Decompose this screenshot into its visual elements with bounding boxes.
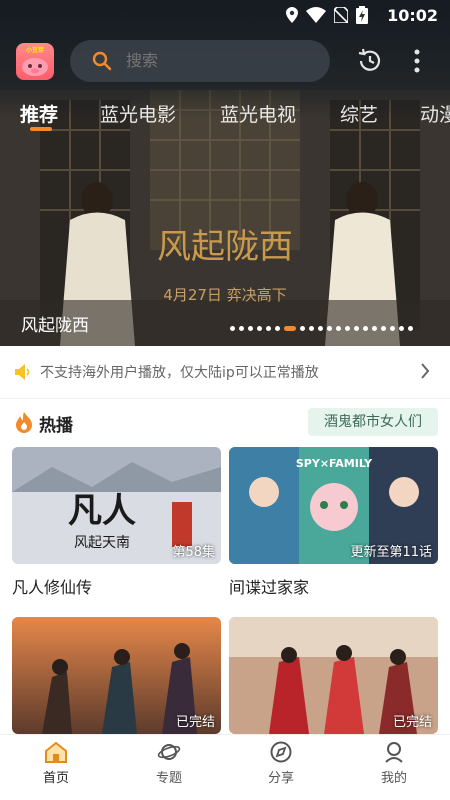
search-icon bbox=[92, 51, 112, 75]
svg-text:风起陇西: 风起陇西 bbox=[157, 227, 293, 267]
section-title-hot: 热播 bbox=[39, 416, 73, 436]
nav-label: 首页 bbox=[42, 771, 69, 786]
notice-bar[interactable]: 不支持海外用户播放，仅大陆ip可以正常播放 bbox=[0, 346, 450, 398]
nav-label: 分享 bbox=[267, 771, 294, 786]
user-icon bbox=[385, 742, 403, 763]
status-time: 10:02 bbox=[387, 6, 438, 25]
video-card[interactable]: 已完结 bbox=[12, 617, 221, 734]
carousel-dot[interactable] bbox=[318, 326, 323, 331]
episode-badge: 更新至第11话 bbox=[350, 545, 432, 560]
carousel-dot[interactable] bbox=[408, 326, 413, 331]
video-thumbnail: SPY×FAMILY 更新至第11话 bbox=[229, 447, 438, 564]
carousel-dot[interactable] bbox=[336, 326, 341, 331]
video-card[interactable]: SPY×FAMILY 更新至第11话 间谍过家家 bbox=[229, 447, 438, 598]
search-input[interactable] bbox=[126, 40, 316, 82]
svg-text:4月27日 弈决高下: 4月27日 弈决高下 bbox=[163, 286, 286, 304]
more-vertical-icon[interactable] bbox=[413, 48, 421, 78]
home-icon bbox=[45, 741, 67, 763]
status-bar: 10:02 bbox=[0, 0, 450, 32]
video-title: 凡人修仙传 bbox=[12, 578, 93, 597]
carousel-dot[interactable] bbox=[372, 326, 377, 331]
carousel-dot[interactable] bbox=[381, 326, 386, 331]
carousel-dot[interactable] bbox=[239, 326, 244, 331]
compass-icon bbox=[270, 741, 292, 763]
carousel-dot[interactable] bbox=[230, 326, 235, 331]
video-card[interactable]: 已完结 bbox=[229, 617, 438, 734]
no-sim-icon bbox=[333, 6, 349, 27]
active-tab-indicator bbox=[30, 127, 52, 131]
divider bbox=[0, 398, 450, 399]
video-thumbnail: 凡人 风起天南 第58集 bbox=[12, 447, 221, 564]
video-thumbnail: 已完结 bbox=[229, 617, 438, 734]
carousel-dot[interactable] bbox=[248, 326, 253, 331]
nav-profile[interactable]: 我的 bbox=[354, 741, 434, 786]
tab-anime[interactable]: 动漫 bbox=[420, 100, 450, 127]
carousel-indicator bbox=[230, 326, 413, 331]
tab-variety[interactable]: 综艺 bbox=[340, 100, 378, 127]
carousel-dot[interactable] bbox=[300, 326, 305, 331]
nav-share[interactable]: 分享 bbox=[241, 741, 321, 786]
carousel-dot[interactable] bbox=[275, 326, 280, 331]
svg-text:SPY×FAMILY: SPY×FAMILY bbox=[296, 457, 373, 470]
history-icon[interactable] bbox=[357, 48, 383, 78]
nav-home[interactable]: 首页 bbox=[16, 741, 96, 786]
hero-title[interactable]: 风起陇西 bbox=[21, 311, 89, 336]
carousel-dot[interactable] bbox=[345, 326, 350, 331]
flame-icon bbox=[14, 411, 34, 437]
status-badge: 已完结 bbox=[392, 715, 432, 730]
carousel-dot[interactable] bbox=[309, 326, 314, 331]
chevron-right-icon bbox=[420, 363, 430, 383]
carousel-dot[interactable] bbox=[399, 326, 404, 331]
speaker-icon bbox=[14, 363, 32, 385]
bottom-navigation: 首页 专题 分享 我的 bbox=[0, 734, 450, 800]
tab-recommend[interactable]: 推荐 bbox=[20, 100, 58, 127]
nav-topics[interactable]: 专题 bbox=[129, 741, 209, 786]
tab-bluray-tv[interactable]: 蓝光电视 bbox=[220, 100, 296, 127]
video-thumbnail: 已完结 bbox=[12, 617, 221, 734]
video-title: 间谍过家家 bbox=[229, 578, 310, 597]
tab-bluray-movies[interactable]: 蓝光电影 bbox=[100, 100, 176, 127]
notice-text: 不支持海外用户播放，仅大陆ip可以正常播放 bbox=[40, 365, 319, 381]
planet-icon bbox=[157, 744, 181, 760]
carousel-dot[interactable] bbox=[266, 326, 271, 331]
carousel-dot[interactable] bbox=[390, 326, 395, 331]
app-logo[interactable]: 小豆芽 bbox=[16, 43, 54, 80]
location-icon bbox=[286, 7, 298, 27]
battery-charging-icon bbox=[356, 6, 368, 28]
carousel-dot[interactable] bbox=[354, 326, 359, 331]
search-bar[interactable] bbox=[70, 40, 330, 82]
episode-badge: 第58集 bbox=[172, 545, 215, 560]
category-tabs: 推荐 蓝光电影 蓝光电视 综艺 动漫 bbox=[0, 96, 450, 136]
nav-label: 我的 bbox=[380, 771, 407, 786]
carousel-dot-active[interactable] bbox=[284, 326, 296, 331]
video-card[interactable]: 凡人 风起天南 第58集 凡人修仙传 bbox=[12, 447, 221, 598]
nav-label: 专题 bbox=[155, 771, 182, 786]
carousel-dot[interactable] bbox=[363, 326, 368, 331]
status-badge: 已完结 bbox=[175, 715, 215, 730]
carousel-dot[interactable] bbox=[327, 326, 332, 331]
carousel-dot[interactable] bbox=[257, 326, 262, 331]
svg-text:风起天南: 风起天南 bbox=[74, 535, 130, 551]
hot-tag-link[interactable]: 酒鬼都市女人们 bbox=[308, 408, 438, 436]
wifi-icon bbox=[306, 7, 326, 27]
svg-text:凡人: 凡人 bbox=[68, 491, 136, 531]
